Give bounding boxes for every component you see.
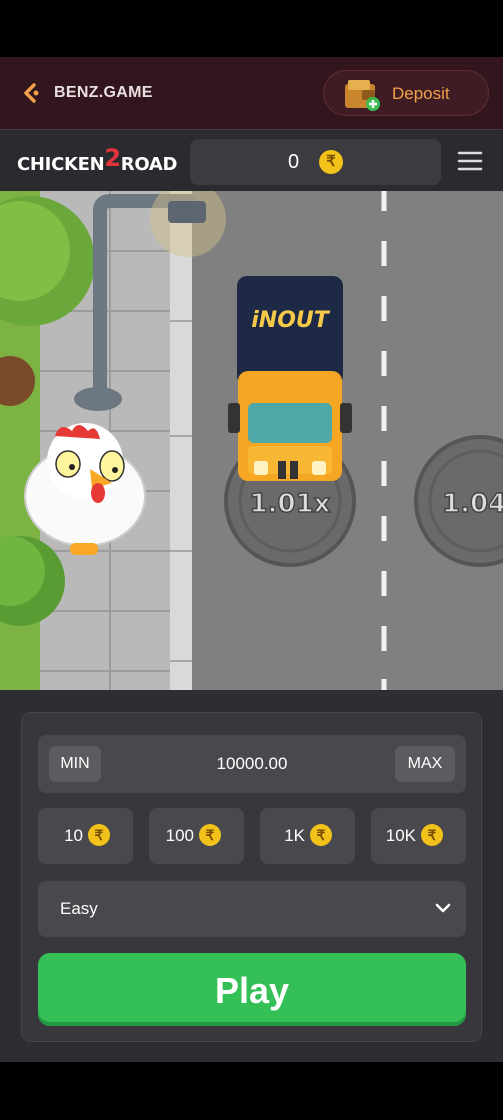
quick-bet-100-button[interactable]: 100 ₹ bbox=[149, 808, 244, 864]
multiplier-label: 1.01x bbox=[250, 489, 331, 519]
chevron-down-icon bbox=[435, 903, 451, 913]
game-logo: CHICKEN2ROAD bbox=[17, 144, 178, 175]
back-arrow-icon[interactable] bbox=[20, 81, 44, 105]
difficulty-value: Easy bbox=[60, 899, 98, 918]
min-bet-button[interactable]: MIN bbox=[49, 746, 101, 782]
deposit-label: Deposit bbox=[392, 84, 450, 103]
game-bar: CHICKEN2ROAD 0 ₹ bbox=[0, 129, 503, 192]
rupee-coin-icon: ₹ bbox=[88, 824, 110, 846]
multiplier-label: 1.04 bbox=[442, 489, 503, 519]
bet-panel: MIN 10000.00 MAX 10 ₹ 100 ₹ 1K ₹ 10K ₹ E… bbox=[21, 712, 482, 1042]
wallet-icon bbox=[345, 80, 380, 111]
scene-labels: iNOUT 1.01x 1.04 bbox=[249, 308, 503, 520]
game-scene: iNOUT 1.01x 1.04 bbox=[0, 191, 503, 690]
bet-amount-row: MIN 10000.00 MAX bbox=[38, 735, 466, 793]
quick-bet-10k-button[interactable]: 10K ₹ bbox=[371, 808, 466, 864]
quick-bet-1k-button[interactable]: 1K ₹ bbox=[260, 808, 355, 864]
max-bet-button[interactable]: MAX bbox=[395, 746, 455, 782]
quick-bet-10-button[interactable]: 10 ₹ bbox=[38, 808, 133, 864]
control-area: MIN 10000.00 MAX 10 ₹ 100 ₹ 1K ₹ 10K ₹ E… bbox=[0, 690, 503, 1062]
rupee-coin-icon: ₹ bbox=[421, 824, 443, 846]
site-brand[interactable]: BENZ.GAME bbox=[54, 84, 153, 102]
rupee-coin-icon: ₹ bbox=[199, 824, 221, 846]
truck-logo-text: iNOUT bbox=[251, 308, 331, 333]
hamburger-menu-icon[interactable] bbox=[457, 150, 483, 172]
rupee-coin-icon: ₹ bbox=[310, 824, 332, 846]
balance-display: 0 ₹ bbox=[190, 139, 441, 185]
bet-amount-input[interactable]: 10000.00 bbox=[138, 754, 366, 774]
play-label: Play bbox=[214, 970, 290, 1011]
play-button[interactable]: Play bbox=[38, 953, 466, 1026]
top-header: BENZ.GAME Deposit bbox=[0, 57, 503, 129]
balance-value: 0 bbox=[288, 151, 300, 173]
deposit-button[interactable]: Deposit bbox=[323, 70, 489, 116]
rupee-coin-icon: ₹ bbox=[319, 150, 343, 174]
difficulty-select[interactable]: Easy bbox=[38, 881, 466, 937]
